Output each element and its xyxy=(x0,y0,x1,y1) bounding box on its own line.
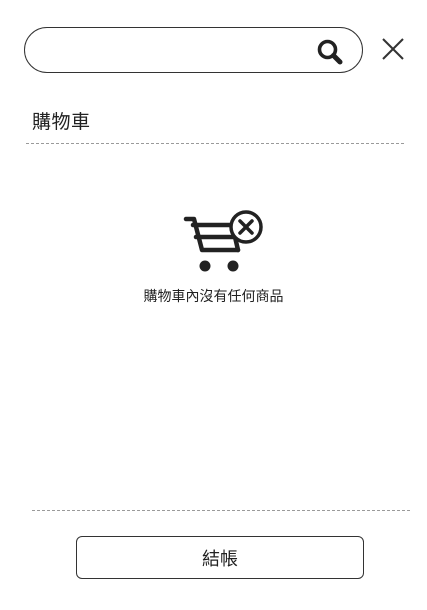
search-icon[interactable] xyxy=(316,38,344,66)
checkout-button[interactable]: 結帳 xyxy=(76,536,364,579)
empty-cart-message: 購物車內沒有任何商品 xyxy=(143,289,284,305)
divider xyxy=(32,510,410,511)
divider xyxy=(26,143,404,144)
search-box[interactable] xyxy=(24,27,363,73)
empty-cart-icon xyxy=(183,208,265,274)
cart-title: 購物車 xyxy=(32,111,91,133)
close-icon[interactable] xyxy=(381,37,405,61)
search-input[interactable] xyxy=(43,36,313,64)
